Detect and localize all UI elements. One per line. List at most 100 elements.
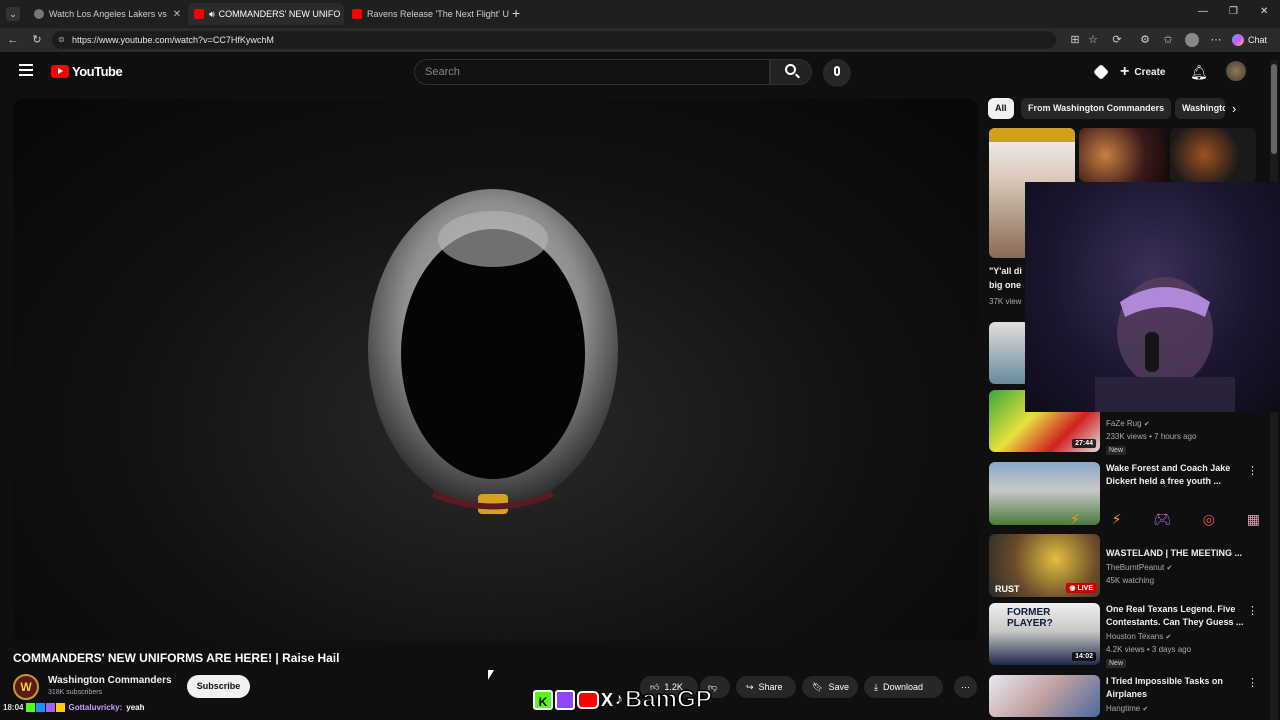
extensions-icon[interactable]: ⚙ <box>1138 33 1152 47</box>
verified-icon: ✔ <box>1142 706 1149 713</box>
verified-icon: ✔ <box>1143 421 1150 428</box>
search-button[interactable] <box>770 59 812 85</box>
channel-avatar[interactable]: W <box>13 674 39 700</box>
target-icon: ◎ <box>1202 510 1215 527</box>
youtube-logo[interactable]: YouTube <box>51 64 123 79</box>
restore-icon[interactable]: ❐ <box>1229 6 1238 17</box>
app-available-icon[interactable]: ⊞ <box>1068 33 1082 47</box>
video-thumbnail[interactable]: RUST ◉ LIVE <box>989 534 1100 597</box>
rec-channel[interactable]: FaZe Rug ✔ <box>1106 419 1150 428</box>
rec-title-line2[interactable]: Contestants. Can They Guess ... <box>1106 616 1244 629</box>
create-button[interactable]: + Create <box>1120 59 1165 85</box>
youtube-favicon-icon <box>352 9 362 19</box>
shorts-thumbnail[interactable] <box>1079 128 1166 182</box>
new-badge: New <box>1106 446 1127 455</box>
channel-name[interactable]: Washington Commanders <box>48 675 172 686</box>
chip-from-commanders[interactable]: From Washington Commanders <box>1021 98 1172 119</box>
live-badge: ◉ LIVE <box>1066 583 1096 593</box>
rec-title-line2[interactable]: big one <box>989 279 1029 292</box>
copilot-chat-button[interactable]: Chat <box>1232 32 1267 48</box>
close-icon[interactable]: ✕ <box>167 9 181 20</box>
rec-title-line2[interactable]: Dickert held a free youth ... <box>1106 475 1244 488</box>
rec-title[interactable]: WASTELAND | THE MEETING ... <box>1106 547 1244 560</box>
tab-favicon-icon <box>34 9 44 19</box>
favorite-star-icon[interactable]: ☆ <box>1086 33 1100 47</box>
youtube-header: YouTube Search + Create 🔔︎ <box>0 52 1270 92</box>
minimize-icon[interactable]: — <box>1198 6 1208 17</box>
search-input[interactable]: Search <box>414 59 770 85</box>
chip-washington[interactable]: Washington <box>1175 98 1225 119</box>
video-thumbnail[interactable] <box>989 322 1029 384</box>
rec-title-line1[interactable]: One Real Texans Legend. Five <box>1106 603 1244 616</box>
profile-avatar[interactable] <box>1185 33 1199 47</box>
subscribe-button[interactable]: Subscribe <box>187 675 250 698</box>
microphone-icon <box>834 66 840 76</box>
twitch-icon <box>555 690 575 710</box>
chat-username: Gottaluvricky: <box>68 702 123 712</box>
youtube-icon <box>577 691 599 709</box>
new-tab-icon[interactable]: + <box>512 5 520 21</box>
subscriber-count: 318K subscribers <box>48 689 103 696</box>
download-button[interactable]: ⤓ Download <box>864 676 943 698</box>
shorts-thumbnail[interactable] <box>1170 128 1256 182</box>
thumbnail-text: FORMER PLAYER? <box>1007 607 1053 629</box>
close-window-icon[interactable]: ✕ <box>1260 6 1268 17</box>
chevron-right-icon[interactable]: › <box>1232 101 1236 116</box>
video-thumbnail[interactable] <box>989 675 1100 717</box>
tab-ravens[interactable]: Ravens Release 'The Next Flight' U ✕ <box>346 3 510 25</box>
site-info-icon[interactable]: ⊜ <box>58 31 65 49</box>
duration-badge: 27:44 <box>1072 439 1096 448</box>
account-avatar[interactable] <box>1226 61 1246 81</box>
favorites-icon[interactable]: ✩ <box>1161 33 1175 47</box>
more-vertical-icon[interactable]: ⋮ <box>1247 676 1258 689</box>
lightning-icon: ⚡︎ <box>1070 510 1080 527</box>
youtube-play-icon <box>51 65 69 78</box>
more-menu-icon[interactable]: ⋯ <box>1209 33 1223 47</box>
tab-commanders[interactable]: 🔊︎ COMMANDERS' NEW UNIFO ✕ <box>188 3 344 25</box>
download-icon: ⤓ <box>874 681 878 692</box>
back-icon[interactable]: ← <box>6 33 20 47</box>
more-actions-button[interactable]: ⋯ <box>954 676 977 698</box>
rec-title-line2[interactable]: Airplanes <box>1106 688 1244 701</box>
chip-all[interactable]: All <box>988 98 1014 119</box>
reload-icon[interactable]: ↻ <box>30 33 44 47</box>
rec-channel[interactable]: TheBurntPeanut ✔ <box>1106 563 1172 572</box>
tiktok-icon: ♪ <box>615 691 624 708</box>
verified-icon: ✔ <box>1165 634 1172 641</box>
save-button[interactable]: 🔖︎ Save <box>802 676 858 698</box>
rec-channel[interactable]: Houston Texans ✔ <box>1106 632 1171 641</box>
refresh-ext-icon[interactable]: ⟳ <box>1110 33 1124 47</box>
x-icon: X <box>601 689 614 710</box>
speaker-icon[interactable]: 🔊︎ <box>209 9 215 20</box>
chat-label: Chat <box>1248 35 1268 45</box>
lightning-icon: ⚡︎ <box>1111 510 1122 527</box>
close-icon[interactable]: ✕ <box>509 9 510 20</box>
url-text: https://www.youtube.com/watch?v=CC7HfKyw… <box>72 35 274 45</box>
channel-name-text: FaZe Rug <box>1106 419 1142 428</box>
rec-title[interactable]: "Y'all di <box>989 265 1029 278</box>
share-icon: ↪ <box>746 681 754 692</box>
channel-name-text: Hangtime <box>1106 704 1141 713</box>
channel-name-text: Houston Texans <box>1106 632 1164 641</box>
more-vertical-icon[interactable]: ⋮ <box>1247 604 1258 617</box>
duration-badge: 14:02 <box>1072 652 1096 661</box>
video-player[interactable] <box>13 99 978 641</box>
download-label: Download <box>882 682 924 692</box>
tab-lakers[interactable]: Watch Los Angeles Lakers vs ✕ <box>28 3 184 25</box>
more-vertical-icon[interactable]: ⋮ <box>1247 464 1258 477</box>
notifications-bell-icon[interactable]: 🔔︎ <box>1190 64 1208 81</box>
kick-icon: K <box>533 690 553 710</box>
url-field[interactable]: ⊜ https://www.youtube.com/watch?v=CC7HfK… <box>52 31 1056 49</box>
rec-meta: 45K watching <box>1106 576 1155 585</box>
chat-timestamp: 18:04 <box>3 702 24 712</box>
rec-title-line1[interactable]: I Tried Impossible Tasks on <box>1106 675 1244 688</box>
hamburger-menu-icon[interactable] <box>19 64 33 76</box>
voice-search-button[interactable] <box>823 59 851 87</box>
share-button[interactable]: ↪ Share <box>736 676 796 698</box>
rec-title-line1[interactable]: Wake Forest and Coach Jake <box>1106 462 1244 475</box>
rec-channel[interactable]: Hangtime ✔ <box>1106 704 1148 713</box>
video-thumbnail[interactable]: FORMER PLAYER? 14:02 <box>989 603 1100 665</box>
premium-icon[interactable] <box>1093 64 1109 80</box>
close-icon[interactable]: ✕ <box>340 9 344 20</box>
tab-list-icon[interactable]: ⌄ <box>6 7 20 21</box>
